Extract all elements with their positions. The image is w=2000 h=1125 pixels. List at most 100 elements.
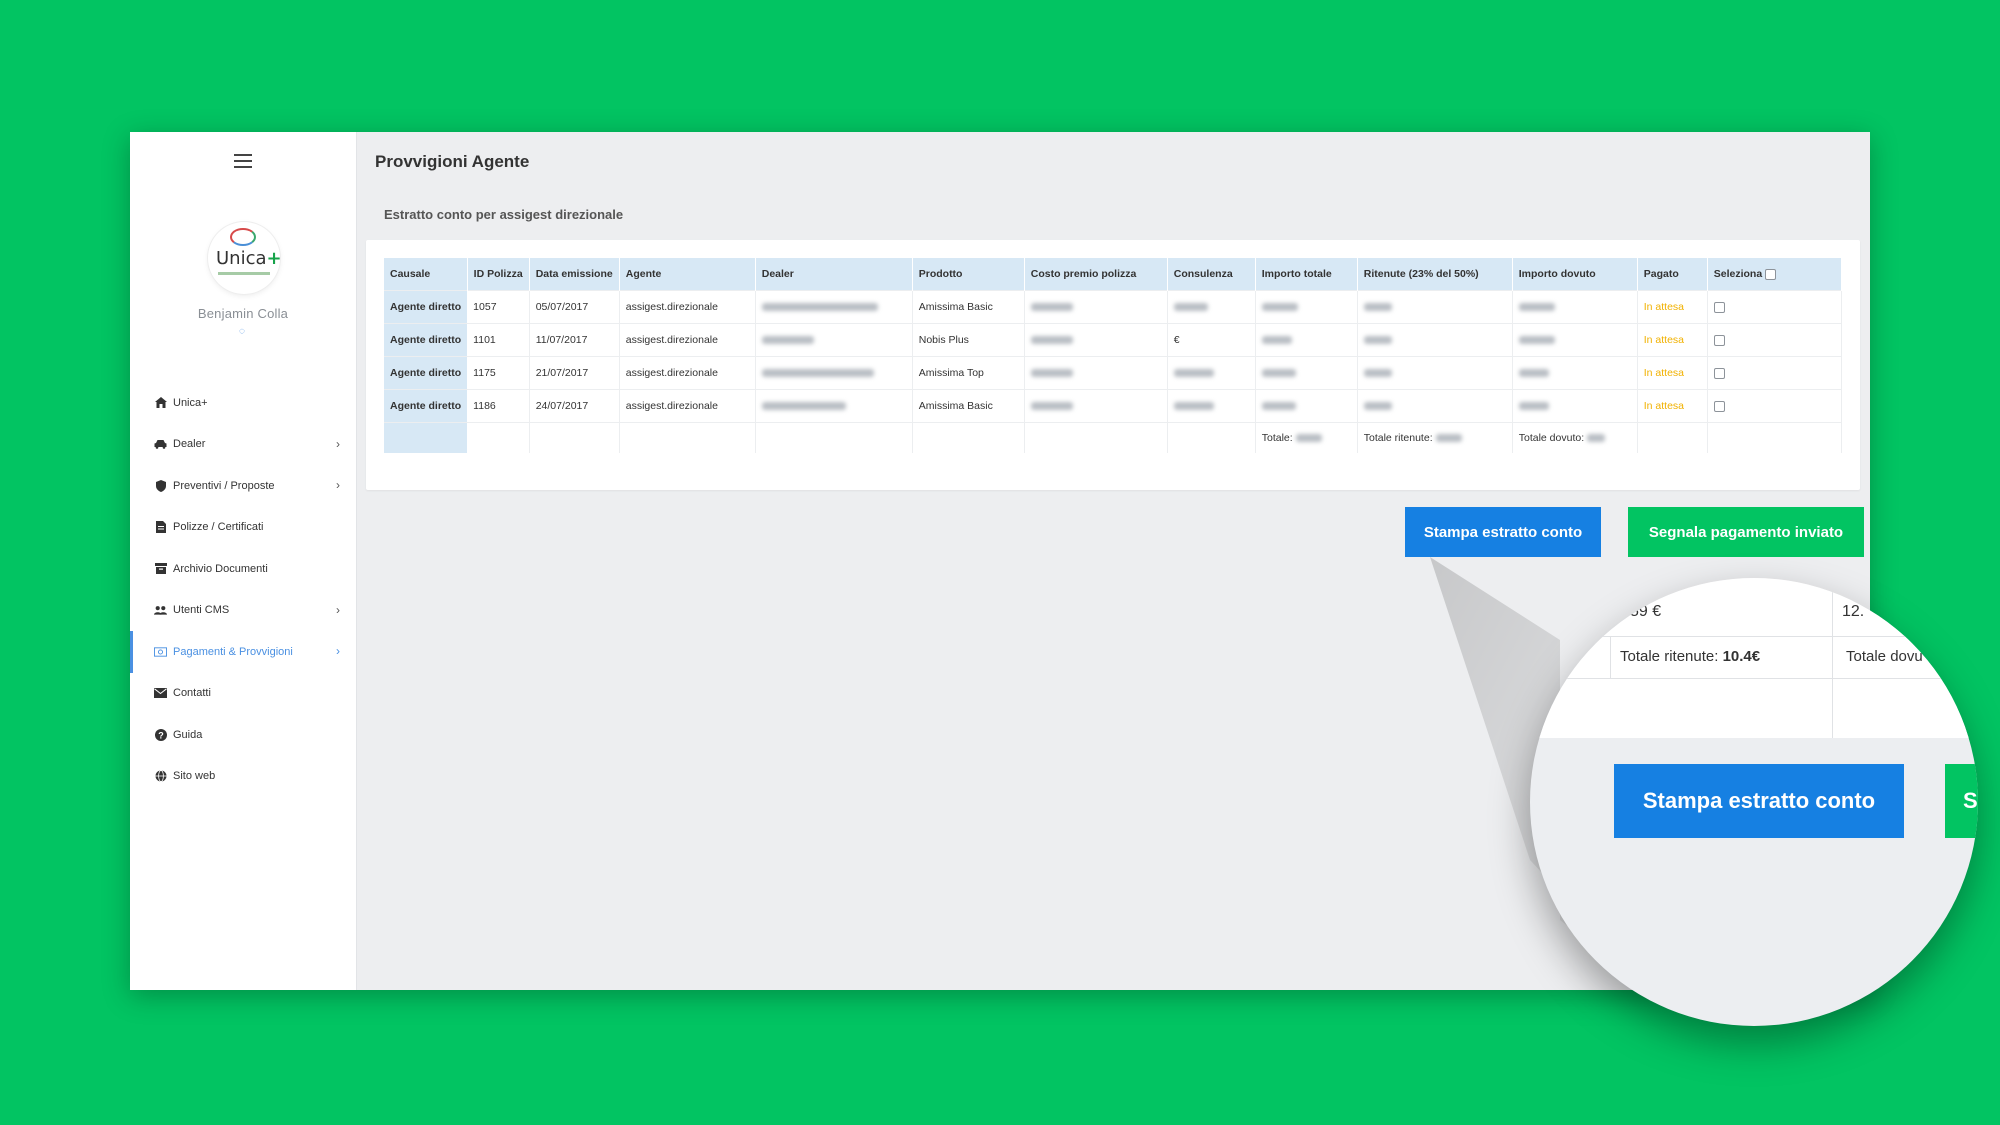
header-importo-dovuto: Importo dovuto — [1512, 258, 1638, 291]
sidebar-item-label: Archivio Documenti — [173, 562, 268, 575]
sidebar-item-label: Contatti — [173, 687, 211, 700]
cell-causale: Agente diretto — [384, 290, 468, 324]
cell-id: 1186 — [467, 389, 530, 423]
row-checkbox[interactable] — [1713, 367, 1725, 379]
zoom-amount-fragment: 12. — [1842, 603, 1865, 620]
users-icon — [154, 604, 167, 616]
cell-consulenza-redacted — [1167, 389, 1256, 423]
total-dovuto-redacted — [1587, 434, 1606, 443]
cell-importo-redacted — [1255, 323, 1358, 357]
total-importo: Totale: — [1255, 422, 1358, 453]
sidebar-item-dealer[interactable]: Dealer › — [130, 424, 356, 466]
zoom-row-divider — [1530, 636, 1978, 637]
cell-ritenute-redacted — [1357, 323, 1513, 357]
zoom-amount-fragment: 59 € — [1630, 603, 1662, 620]
cell-id: 1175 — [467, 356, 530, 390]
cell-empty — [467, 422, 530, 453]
cell-empty — [1637, 422, 1708, 453]
total-ritenute: Totale ritenute: — [1357, 422, 1513, 453]
notify-payment-button[interactable]: Segnala pagamento inviato — [1628, 507, 1864, 557]
sidebar-item-preventivi[interactable]: Preventivi / Proposte › — [130, 465, 356, 507]
cell-dealer-redacted — [755, 356, 913, 390]
sidebar-item-polizze[interactable]: Polizze / Certificati — [130, 507, 356, 549]
cell-dealer-redacted — [755, 323, 913, 357]
sidebar-item-label: Unica+ — [173, 396, 208, 409]
header-causale: Causale — [384, 258, 468, 291]
cell-prodotto: Nobis Plus — [912, 323, 1025, 357]
user-status-icon: ◌ — [239, 326, 245, 337]
cell-prodotto: Amissima Top — [912, 356, 1025, 390]
archive-icon — [154, 563, 167, 575]
cell-id: 1057 — [467, 290, 530, 324]
header-ritenute: Ritenute (23% del 50%) — [1357, 258, 1513, 291]
cell-pagato: In attesa — [1637, 323, 1708, 357]
user-name: Benjamin Colla — [197, 306, 289, 321]
sidebar-item-utenti[interactable]: Utenti CMS › — [130, 590, 356, 632]
cell-consulenza-redacted — [1167, 290, 1256, 324]
print-statement-button[interactable]: Stampa estratto conto — [1405, 507, 1601, 557]
select-all-checkbox[interactable] — [1765, 268, 1777, 280]
sidebar: Unica+ Benjamin Colla ◌ Unica+ Dealer › … — [130, 132, 357, 990]
cell-causale: Agente diretto — [384, 356, 468, 390]
sidebar-item-label: Guida — [173, 728, 203, 741]
shield-icon — [154, 479, 167, 492]
cell-dovuto-redacted — [1512, 389, 1638, 423]
cell-agente: assigest.direzionale — [619, 290, 756, 324]
cell-pagato: In attesa — [1637, 389, 1708, 423]
cell-agente: assigest.direzionale — [619, 323, 756, 357]
header-consulenza: Consulenza — [1167, 258, 1256, 291]
total-dovuto-label: Totale dovuto: — [1518, 432, 1585, 444]
cell-seleziona — [1707, 356, 1843, 390]
cell-importo-redacted — [1255, 389, 1358, 423]
sidebar-item-sito-web[interactable]: Sito web — [130, 756, 356, 798]
total-ritenute-label: Totale ritenute: — [1363, 432, 1433, 444]
hamburger-menu-icon[interactable] — [234, 154, 252, 168]
car-icon — [154, 438, 167, 450]
envelope-icon — [154, 687, 167, 699]
row-checkbox[interactable] — [1713, 301, 1725, 313]
sidebar-item-guida[interactable]: ? Guida — [130, 714, 356, 756]
zoom-ritenute-label: Totale ritenute: — [1620, 648, 1719, 665]
table-header-row: Causale ID Polizza Data emissione Agente… — [384, 258, 1843, 291]
sidebar-item-pagamenti[interactable]: Pagamenti & Provvigioni › — [130, 631, 356, 673]
page-title: Provvigioni Agente — [375, 152, 530, 171]
home-icon — [154, 397, 167, 409]
cell-seleziona — [1707, 290, 1843, 324]
header-dealer: Dealer — [755, 258, 913, 291]
row-checkbox[interactable] — [1713, 334, 1725, 346]
cell-empty — [384, 422, 468, 453]
header-prodotto: Prodotto — [912, 258, 1025, 291]
cell-costo-redacted — [1024, 356, 1168, 390]
cell-empty — [1024, 422, 1168, 453]
header-id-polizza: ID Polizza — [467, 258, 530, 291]
zoom-column-divider — [1832, 578, 1833, 738]
zoom-notify-payment-button: S — [1945, 764, 1978, 838]
logo-mark-icon — [230, 228, 256, 246]
total-dovuto: Totale dovuto: — [1512, 422, 1638, 453]
total-ritenute-redacted — [1435, 434, 1462, 443]
cell-ritenute-redacted — [1357, 356, 1513, 390]
cell-causale: Agente diretto — [384, 389, 468, 423]
totals-row: Totale: Totale ritenute: Totale dovuto: — [384, 422, 1843, 453]
zoom-column-divider — [1610, 636, 1611, 678]
table-row: Agente diretto 1186 24/07/2017 assigest.… — [384, 389, 1843, 423]
cell-empty — [1707, 422, 1843, 453]
row-checkbox[interactable] — [1713, 400, 1725, 412]
cell-costo-redacted — [1024, 290, 1168, 324]
sidebar-item-label: Utenti CMS — [173, 604, 230, 617]
table-row: Agente diretto 1057 05/07/2017 assigest.… — [384, 290, 1843, 324]
cell-pagato: In attesa — [1637, 290, 1708, 324]
header-seleziona-label: Seleziona — [1713, 268, 1763, 280]
sidebar-item-contatti[interactable]: Contatti — [130, 673, 356, 715]
logo: Unica+ — [208, 222, 282, 294]
cell-agente: assigest.direzionale — [619, 389, 756, 423]
cell-empty — [619, 422, 756, 453]
cell-ritenute-redacted — [1357, 290, 1513, 324]
table-row: Agente diretto 1175 21/07/2017 assigest.… — [384, 356, 1843, 390]
cell-id: 1101 — [467, 323, 530, 357]
cell-dovuto-redacted — [1512, 356, 1638, 390]
sidebar-menu: Unica+ Dealer › Preventivi / Proposte › … — [130, 382, 356, 797]
sidebar-item-archivio[interactable]: Archivio Documenti — [130, 548, 356, 590]
sidebar-item-unica[interactable]: Unica+ — [130, 382, 356, 424]
cell-agente: assigest.direzionale — [619, 356, 756, 390]
